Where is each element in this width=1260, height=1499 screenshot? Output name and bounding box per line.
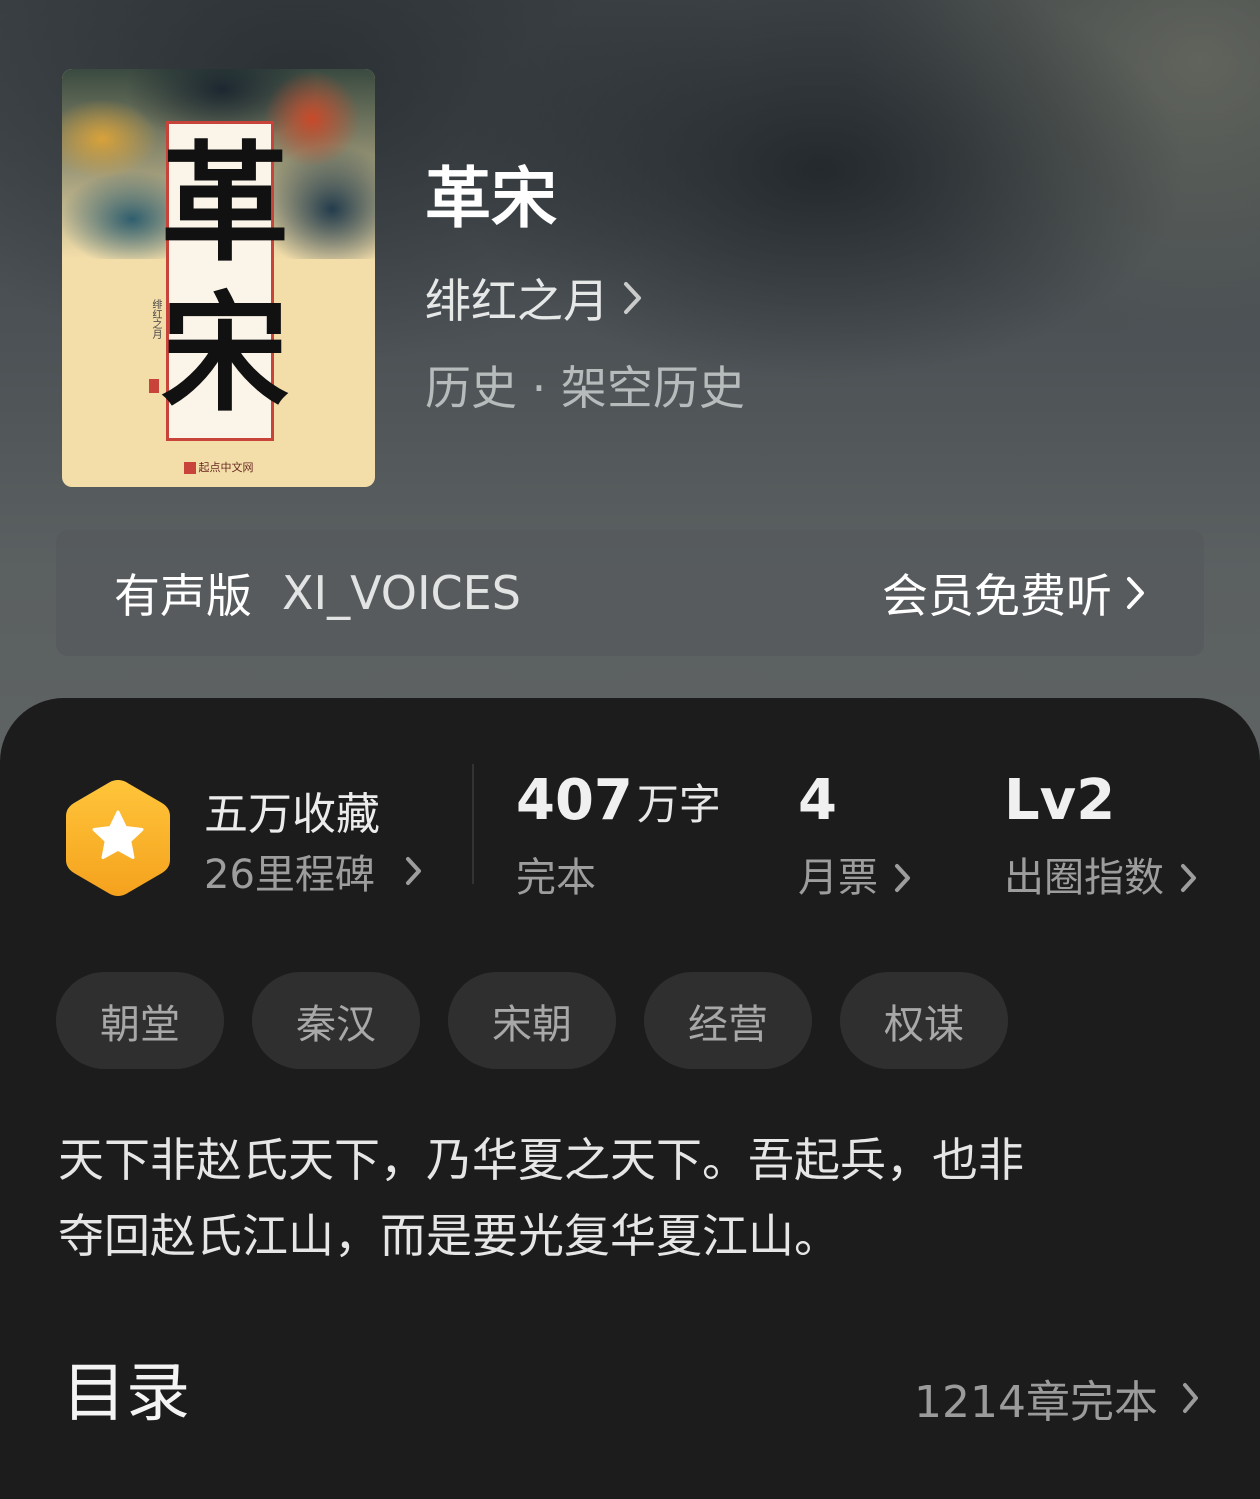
audio-version-label: 有声版 <box>114 569 252 623</box>
tag-chip[interactable]: 宋朝 <box>448 972 616 1069</box>
collection-count: 五万收藏 <box>204 789 380 840</box>
tag-chip[interactable]: 经营 <box>644 972 812 1069</box>
table-of-contents-link[interactable]: 1214章完本 <box>914 1366 1200 1430</box>
table-of-contents-title[interactable]: 目录 <box>62 1352 190 1436</box>
author-name: 绯红之月 <box>425 274 609 328</box>
audio-narrator: XI_VOICES <box>282 566 521 620</box>
chevron-right-icon <box>1182 1382 1200 1414</box>
chevron-right-icon <box>405 856 423 886</box>
chevron-right-icon <box>1180 863 1198 893</box>
publisher-logo-icon <box>183 462 196 474</box>
member-free-listen-label: 会员免费听 <box>882 569 1112 623</box>
book-cover[interactable]: 革 宋 绯红之月 起点中文网 <box>62 69 375 487</box>
cover-title: 革 宋 <box>160 129 289 429</box>
tag-chip[interactable]: 朝堂 <box>56 972 224 1069</box>
tag-chip[interactable]: 秦汉 <box>252 972 420 1069</box>
audio-version-bar[interactable]: 有声版 XI_VOICES 会员免费听 <box>56 530 1204 656</box>
chevron-right-icon <box>894 863 912 893</box>
chevron-right-icon <box>623 281 643 315</box>
stats-divider <box>472 764 474 884</box>
book-genre: 历史 · 架空历史 <box>425 361 745 415</box>
cover-seal <box>149 379 159 393</box>
tag-chip[interactable]: 权谋 <box>840 972 1008 1069</box>
milestone-link[interactable]: 26里程碑 <box>204 845 423 898</box>
word-count: 407万字 <box>516 768 721 833</box>
synopsis-line: 夺回赵氏江山，而是要光复华夏江山。 <box>58 1209 840 1263</box>
milestone-count: 26里程碑 <box>204 852 375 898</box>
circle-index-link[interactable]: 出圈指数 <box>1004 852 1198 904</box>
monthly-ticket-label: 月票 <box>798 855 878 901</box>
circle-index-label: 出圈指数 <box>1004 855 1164 901</box>
cover-author: 绯红之月 <box>150 299 161 339</box>
chapter-count: 1214章完本 <box>914 1377 1158 1428</box>
cover-publisher: 起点中文网 <box>62 459 375 475</box>
monthly-ticket-link[interactable]: 月票 <box>798 852 912 904</box>
chevron-right-icon <box>1126 576 1146 610</box>
member-free-listen-button[interactable]: 会员免费听 <box>882 560 1146 626</box>
star-hexagon-icon <box>62 776 174 900</box>
synopsis-line: 天下非赵氏天下，乃华夏之天下。吾起兵，也非 <box>58 1133 1024 1187</box>
author-link[interactable]: 绯红之月 <box>425 268 643 328</box>
circle-index-level: Lv2 <box>1004 768 1116 833</box>
completion-status: 完本 <box>516 855 596 901</box>
book-title: 革宋 <box>425 159 557 237</box>
monthly-ticket-count: 4 <box>798 768 837 833</box>
tag-list: 朝堂 秦汉 宋朝 经营 权谋 <box>56 972 1008 1069</box>
book-synopsis[interactable]: 天下非赵氏天下，乃华夏之天下。吾起兵，也非 夺回赵氏江山，而是要光复华夏江山。 <box>58 1122 1208 1274</box>
